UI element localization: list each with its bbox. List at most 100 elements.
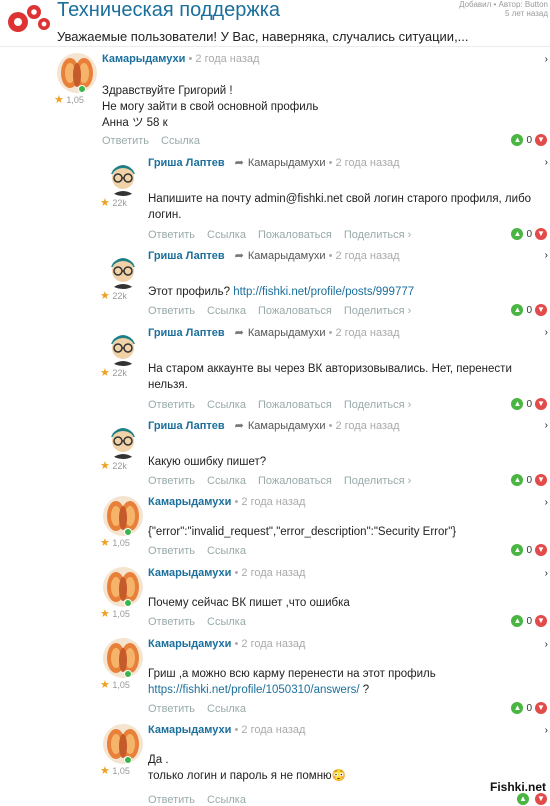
comment-author[interactable]: Гриша Лаптев: [148, 250, 225, 262]
comment-time[interactable]: • 2 года назад: [329, 327, 400, 339]
comment-time[interactable]: • 2 года назад: [234, 567, 305, 579]
comment-time[interactable]: • 2 года назад: [234, 638, 305, 650]
comment-action[interactable]: Поделиться ›: [344, 229, 411, 241]
comment-time[interactable]: • 2 года назад: [329, 250, 400, 262]
avatar[interactable]: [103, 249, 143, 289]
comment-action[interactable]: Ответить: [102, 135, 149, 147]
comment-author[interactable]: Камарыдамухи: [148, 567, 231, 579]
comment-author[interactable]: Камарыдамухи: [148, 638, 231, 650]
comment-author[interactable]: Камарыдамухи: [102, 53, 185, 65]
reply-to-author[interactable]: Камарыдамухи: [248, 157, 326, 169]
thumbs-up-icon[interactable]: ▲: [517, 793, 529, 805]
comment-action[interactable]: Ссылка: [207, 399, 246, 411]
expand-chevron-icon[interactable]: ›: [545, 420, 548, 431]
comment-author[interactable]: Камарыдамухи: [148, 724, 231, 736]
comment-time[interactable]: • 2 года назад: [329, 157, 400, 169]
comment-link[interactable]: http://fishki.net/profile/posts/999777: [233, 286, 414, 298]
vote-count: 0: [526, 134, 532, 146]
comment-action[interactable]: Ответить: [148, 616, 195, 628]
page-title[interactable]: Техническая поддержка: [57, 0, 280, 22]
karma-value: 1,05: [112, 609, 130, 619]
avatar[interactable]: [103, 326, 143, 366]
comment-action[interactable]: Пожаловаться: [258, 229, 332, 241]
comment-action[interactable]: Ответить: [148, 229, 195, 241]
comment-actions: Ответить Ссылка Пожаловаться Поделиться ›: [148, 305, 423, 317]
thumbs-up-icon[interactable]: ▲: [511, 304, 524, 316]
thumbs-down-icon[interactable]: ▼: [535, 793, 547, 805]
comment-action[interactable]: Ответить: [148, 545, 195, 557]
comment-action[interactable]: Ссылка: [207, 703, 246, 715]
thumbs-down-icon[interactable]: ▼: [535, 474, 547, 486]
thumbs-up-icon[interactable]: ▲: [511, 228, 524, 240]
thumbs-up-icon[interactable]: ▲: [511, 544, 524, 556]
comment-action[interactable]: Ссылка: [207, 475, 246, 487]
avatar[interactable]: [103, 419, 143, 459]
thumbs-down-icon[interactable]: ▼: [535, 702, 547, 714]
thumbs-down-icon[interactable]: ▼: [535, 228, 547, 240]
expand-chevron-icon[interactable]: ›: [545, 54, 548, 65]
comment-action[interactable]: Ссылка: [207, 305, 246, 317]
comment-author[interactable]: Гриша Лаптев: [148, 157, 225, 169]
comment-text-line: логин.: [148, 209, 182, 221]
avatar[interactable]: [103, 724, 143, 764]
comment-text-line: только логин и пароль я не помню😳: [148, 770, 346, 782]
comment-action[interactable]: Пожаловаться: [258, 399, 332, 411]
thumbs-down-icon[interactable]: ▼: [535, 134, 547, 146]
thumbs-up-icon[interactable]: ▲: [511, 134, 524, 146]
comment-action[interactable]: Поделиться ›: [344, 305, 411, 317]
expand-chevron-icon[interactable]: ›: [545, 568, 548, 579]
thumbs-up-icon[interactable]: ▲: [511, 474, 524, 486]
online-status-icon: [124, 670, 132, 678]
comment-action[interactable]: Ответить: [148, 794, 195, 806]
expand-chevron-icon[interactable]: ›: [545, 157, 548, 168]
reply-to-author[interactable]: Камарыдамухи: [248, 420, 326, 432]
avatar[interactable]: [103, 638, 143, 678]
comment-action[interactable]: Ответить: [148, 305, 195, 317]
comment-action[interactable]: Ссылка: [207, 545, 246, 557]
comment-action[interactable]: Ссылка: [207, 794, 246, 806]
thumbs-up-icon[interactable]: ▲: [511, 702, 524, 714]
vote-count: 0: [526, 544, 532, 556]
expand-chevron-icon[interactable]: ›: [545, 250, 548, 261]
comment-action[interactable]: Пожаловаться: [258, 475, 332, 487]
comment-action[interactable]: Поделиться ›: [344, 399, 411, 411]
comment-time[interactable]: • 2 года назад: [329, 420, 400, 432]
expand-chevron-icon[interactable]: ›: [545, 725, 548, 736]
comment-action[interactable]: Ответить: [148, 475, 195, 487]
comment-action[interactable]: Поделиться ›: [344, 475, 411, 487]
expand-chevron-icon[interactable]: ›: [545, 639, 548, 650]
comment-action[interactable]: Ссылка: [207, 229, 246, 241]
comment-header: Камарыдамухи • 2 года назад: [148, 496, 305, 508]
post-meta-time: 5 лет назад: [505, 9, 548, 18]
karma-value: 1,05: [112, 766, 130, 776]
thumbs-down-icon[interactable]: ▼: [535, 544, 547, 556]
comment-author[interactable]: Камарыдамухи: [148, 496, 231, 508]
thumbs-up-icon[interactable]: ▲: [511, 615, 524, 627]
comment-action[interactable]: Ответить: [148, 399, 195, 411]
thumbs-down-icon[interactable]: ▼: [535, 398, 547, 410]
avatar[interactable]: [103, 156, 143, 196]
comment-time[interactable]: • 2 года назад: [188, 53, 259, 65]
comment-action[interactable]: Ответить: [148, 703, 195, 715]
reply-to-author[interactable]: Камарыдамухи: [248, 327, 326, 339]
comment-action[interactable]: Ссылка: [207, 616, 246, 628]
avatar[interactable]: [103, 567, 143, 607]
thumbs-down-icon[interactable]: ▼: [535, 304, 547, 316]
comment-text-suffix: ?: [359, 684, 370, 696]
header-divider: [0, 46, 550, 47]
comment-action[interactable]: Ссылка: [161, 135, 200, 147]
comment-author[interactable]: Гриша Лаптев: [148, 420, 225, 432]
comment-link[interactable]: https://fishki.net/profile/1050310/answe…: [148, 684, 360, 696]
comment-time[interactable]: • 2 года назад: [234, 496, 305, 508]
comment-text-line: {"error":"invalid_request","error_descri…: [148, 526, 457, 538]
comment-time[interactable]: • 2 года назад: [234, 724, 305, 736]
avatar[interactable]: [103, 496, 143, 536]
comment-action[interactable]: Пожаловаться: [258, 305, 332, 317]
expand-chevron-icon[interactable]: ›: [545, 497, 548, 508]
reply-to-author[interactable]: Камарыдамухи: [248, 250, 326, 262]
thumbs-down-icon[interactable]: ▼: [535, 615, 547, 627]
comment-author[interactable]: Гриша Лаптев: [148, 327, 225, 339]
expand-chevron-icon[interactable]: ›: [545, 327, 548, 338]
avatar[interactable]: [57, 53, 97, 93]
thumbs-up-icon[interactable]: ▲: [511, 398, 524, 410]
